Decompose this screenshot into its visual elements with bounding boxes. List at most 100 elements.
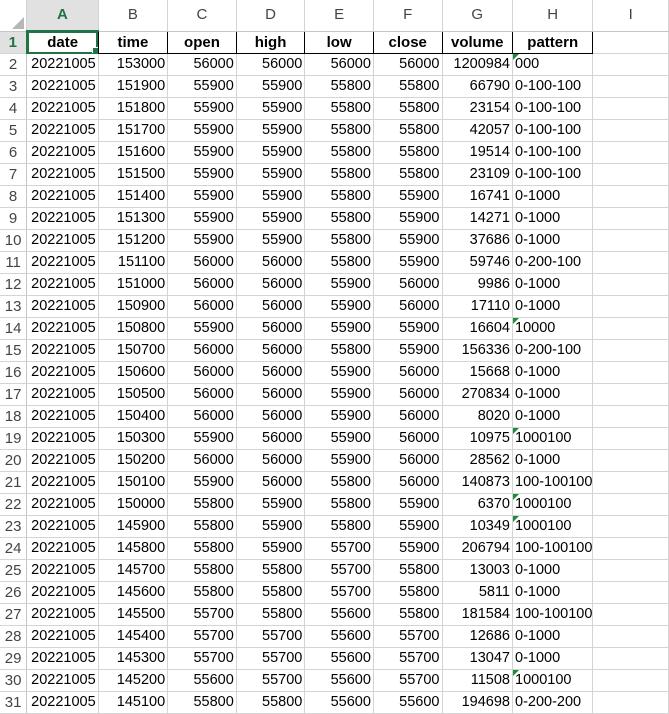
cell-date[interactable]: 20221005 bbox=[26, 603, 99, 626]
cell-i[interactable] bbox=[592, 471, 669, 494]
cell-open[interactable]: 55800 bbox=[167, 515, 237, 538]
cell-volume[interactable]: 19514 bbox=[442, 141, 513, 164]
cell-low[interactable]: 55800 bbox=[304, 471, 374, 494]
cell-pattern[interactable]: 0-100-100 bbox=[512, 163, 594, 186]
cell-close[interactable]: 55800 bbox=[373, 581, 443, 604]
cell-date[interactable]: 20221005 bbox=[26, 163, 99, 186]
cell-close[interactable]: 55900 bbox=[373, 493, 443, 516]
cell-volume[interactable]: 42057 bbox=[442, 119, 513, 142]
cell-volume[interactable]: 66790 bbox=[442, 75, 513, 98]
cell-i[interactable] bbox=[592, 163, 669, 186]
cell-pattern[interactable]: 100-100100 bbox=[512, 603, 594, 626]
cell-i[interactable] bbox=[592, 669, 669, 692]
cell-date[interactable]: 20221005 bbox=[26, 581, 99, 604]
cell-open[interactable]: 55900 bbox=[167, 163, 237, 186]
row-header[interactable]: 17 bbox=[0, 383, 28, 406]
cell-low[interactable]: 55700 bbox=[304, 559, 374, 582]
cell-close[interactable]: 56000 bbox=[373, 273, 443, 296]
cell-volume[interactable]: 15668 bbox=[442, 361, 513, 384]
cell-pattern[interactable]: 0-1000 bbox=[512, 581, 594, 604]
cell-volume[interactable]: 59746 bbox=[442, 251, 513, 274]
column-header-c[interactable]: C bbox=[167, 0, 237, 32]
cell-low[interactable]: 55800 bbox=[304, 119, 374, 142]
cell-time[interactable]: 150400 bbox=[98, 405, 169, 428]
green-triangle-warning-icon[interactable] bbox=[513, 318, 519, 324]
cell-close[interactable]: 56000 bbox=[373, 361, 443, 384]
cell-close[interactable]: 55700 bbox=[373, 625, 443, 648]
cell-pattern[interactable]: 1000100 bbox=[512, 669, 594, 692]
cell-open[interactable]: 55900 bbox=[167, 427, 237, 450]
cell-open[interactable]: 56000 bbox=[167, 361, 237, 384]
cell-high[interactable]: 55900 bbox=[236, 515, 306, 538]
green-triangle-warning-icon[interactable] bbox=[513, 670, 519, 676]
cell-high[interactable]: 55900 bbox=[236, 185, 306, 208]
cell-pattern[interactable]: 0-1000 bbox=[512, 185, 594, 208]
cell-high[interactable]: 55700 bbox=[236, 625, 306, 648]
row-header[interactable]: 6 bbox=[0, 141, 28, 164]
cell-open[interactable]: 56000 bbox=[167, 251, 237, 274]
cell-volume[interactable]: 1200984 bbox=[442, 53, 513, 76]
cell-h1-pattern-header[interactable]: pattern bbox=[511, 30, 594, 54]
cell-i[interactable] bbox=[592, 339, 669, 362]
cell-open[interactable]: 55600 bbox=[167, 669, 237, 692]
cell-time[interactable]: 145100 bbox=[98, 691, 169, 714]
cell-time[interactable]: 145200 bbox=[98, 669, 169, 692]
row-header[interactable]: 23 bbox=[0, 515, 28, 538]
cell-high[interactable]: 56000 bbox=[236, 471, 306, 494]
cell-close[interactable]: 56000 bbox=[373, 295, 443, 318]
cell-time[interactable]: 145900 bbox=[98, 515, 169, 538]
cell-low[interactable]: 55800 bbox=[304, 229, 374, 252]
cell-open[interactable]: 55800 bbox=[167, 493, 237, 516]
cell-open[interactable]: 56000 bbox=[167, 273, 237, 296]
cell-pattern[interactable]: 0-1000 bbox=[512, 383, 594, 406]
row-header[interactable]: 8 bbox=[0, 185, 28, 208]
green-triangle-warning-icon[interactable] bbox=[513, 428, 519, 434]
cell-open[interactable]: 56000 bbox=[167, 383, 237, 406]
cell-time[interactable]: 150800 bbox=[98, 317, 169, 340]
cell-close[interactable]: 55900 bbox=[373, 339, 443, 362]
cell-volume[interactable]: 11508 bbox=[442, 669, 513, 692]
cell-low[interactable]: 55900 bbox=[304, 361, 374, 384]
cell-volume[interactable]: 28562 bbox=[442, 449, 513, 472]
cell-high[interactable]: 56000 bbox=[236, 361, 306, 384]
cell-pattern[interactable]: 0-1000 bbox=[512, 405, 594, 428]
column-header-i[interactable]: I bbox=[592, 0, 669, 32]
cell-date[interactable]: 20221005 bbox=[26, 537, 99, 560]
cell-date[interactable]: 20221005 bbox=[26, 317, 99, 340]
cell-open[interactable]: 55700 bbox=[167, 625, 237, 648]
cell-open[interactable]: 55900 bbox=[167, 207, 237, 230]
cell-time[interactable]: 150000 bbox=[98, 493, 169, 516]
cell-low[interactable]: 55800 bbox=[304, 141, 374, 164]
cell-open[interactable]: 55800 bbox=[167, 537, 237, 560]
cell-i[interactable] bbox=[592, 185, 669, 208]
cell-close[interactable]: 55800 bbox=[373, 163, 443, 186]
cell-i[interactable] bbox=[592, 273, 669, 296]
cell-volume[interactable]: 206794 bbox=[442, 537, 513, 560]
cell-i[interactable] bbox=[592, 515, 669, 538]
row-header[interactable]: 16 bbox=[0, 361, 28, 384]
cell-pattern[interactable]: 0-1000 bbox=[512, 361, 594, 384]
cell-i[interactable] bbox=[592, 449, 669, 472]
cell-i[interactable] bbox=[592, 405, 669, 428]
cell-time[interactable]: 150600 bbox=[98, 361, 169, 384]
cell-high[interactable]: 56000 bbox=[236, 251, 306, 274]
cell-date[interactable]: 20221005 bbox=[26, 427, 99, 450]
cell-time[interactable]: 145700 bbox=[98, 559, 169, 582]
cell-date[interactable]: 20221005 bbox=[26, 207, 99, 230]
cell-time[interactable]: 145600 bbox=[98, 581, 169, 604]
cell-close[interactable]: 55800 bbox=[373, 141, 443, 164]
cell-i[interactable] bbox=[592, 207, 669, 230]
cell-low[interactable]: 55600 bbox=[304, 669, 374, 692]
cell-low[interactable]: 55800 bbox=[304, 515, 374, 538]
cell-date[interactable]: 20221005 bbox=[26, 449, 99, 472]
cell-time[interactable]: 145800 bbox=[98, 537, 169, 560]
cell-pattern[interactable]: 0-1000 bbox=[512, 273, 594, 296]
cell-pattern[interactable]: 10000 bbox=[512, 317, 594, 340]
cell-pattern[interactable]: 1000100 bbox=[512, 493, 594, 516]
cell-time[interactable]: 145300 bbox=[98, 647, 169, 670]
cell-close[interactable]: 55900 bbox=[373, 515, 443, 538]
cell-i[interactable] bbox=[592, 361, 669, 384]
cell-date[interactable]: 20221005 bbox=[26, 361, 99, 384]
cell-low[interactable]: 55900 bbox=[304, 273, 374, 296]
cell-open[interactable]: 56000 bbox=[167, 449, 237, 472]
